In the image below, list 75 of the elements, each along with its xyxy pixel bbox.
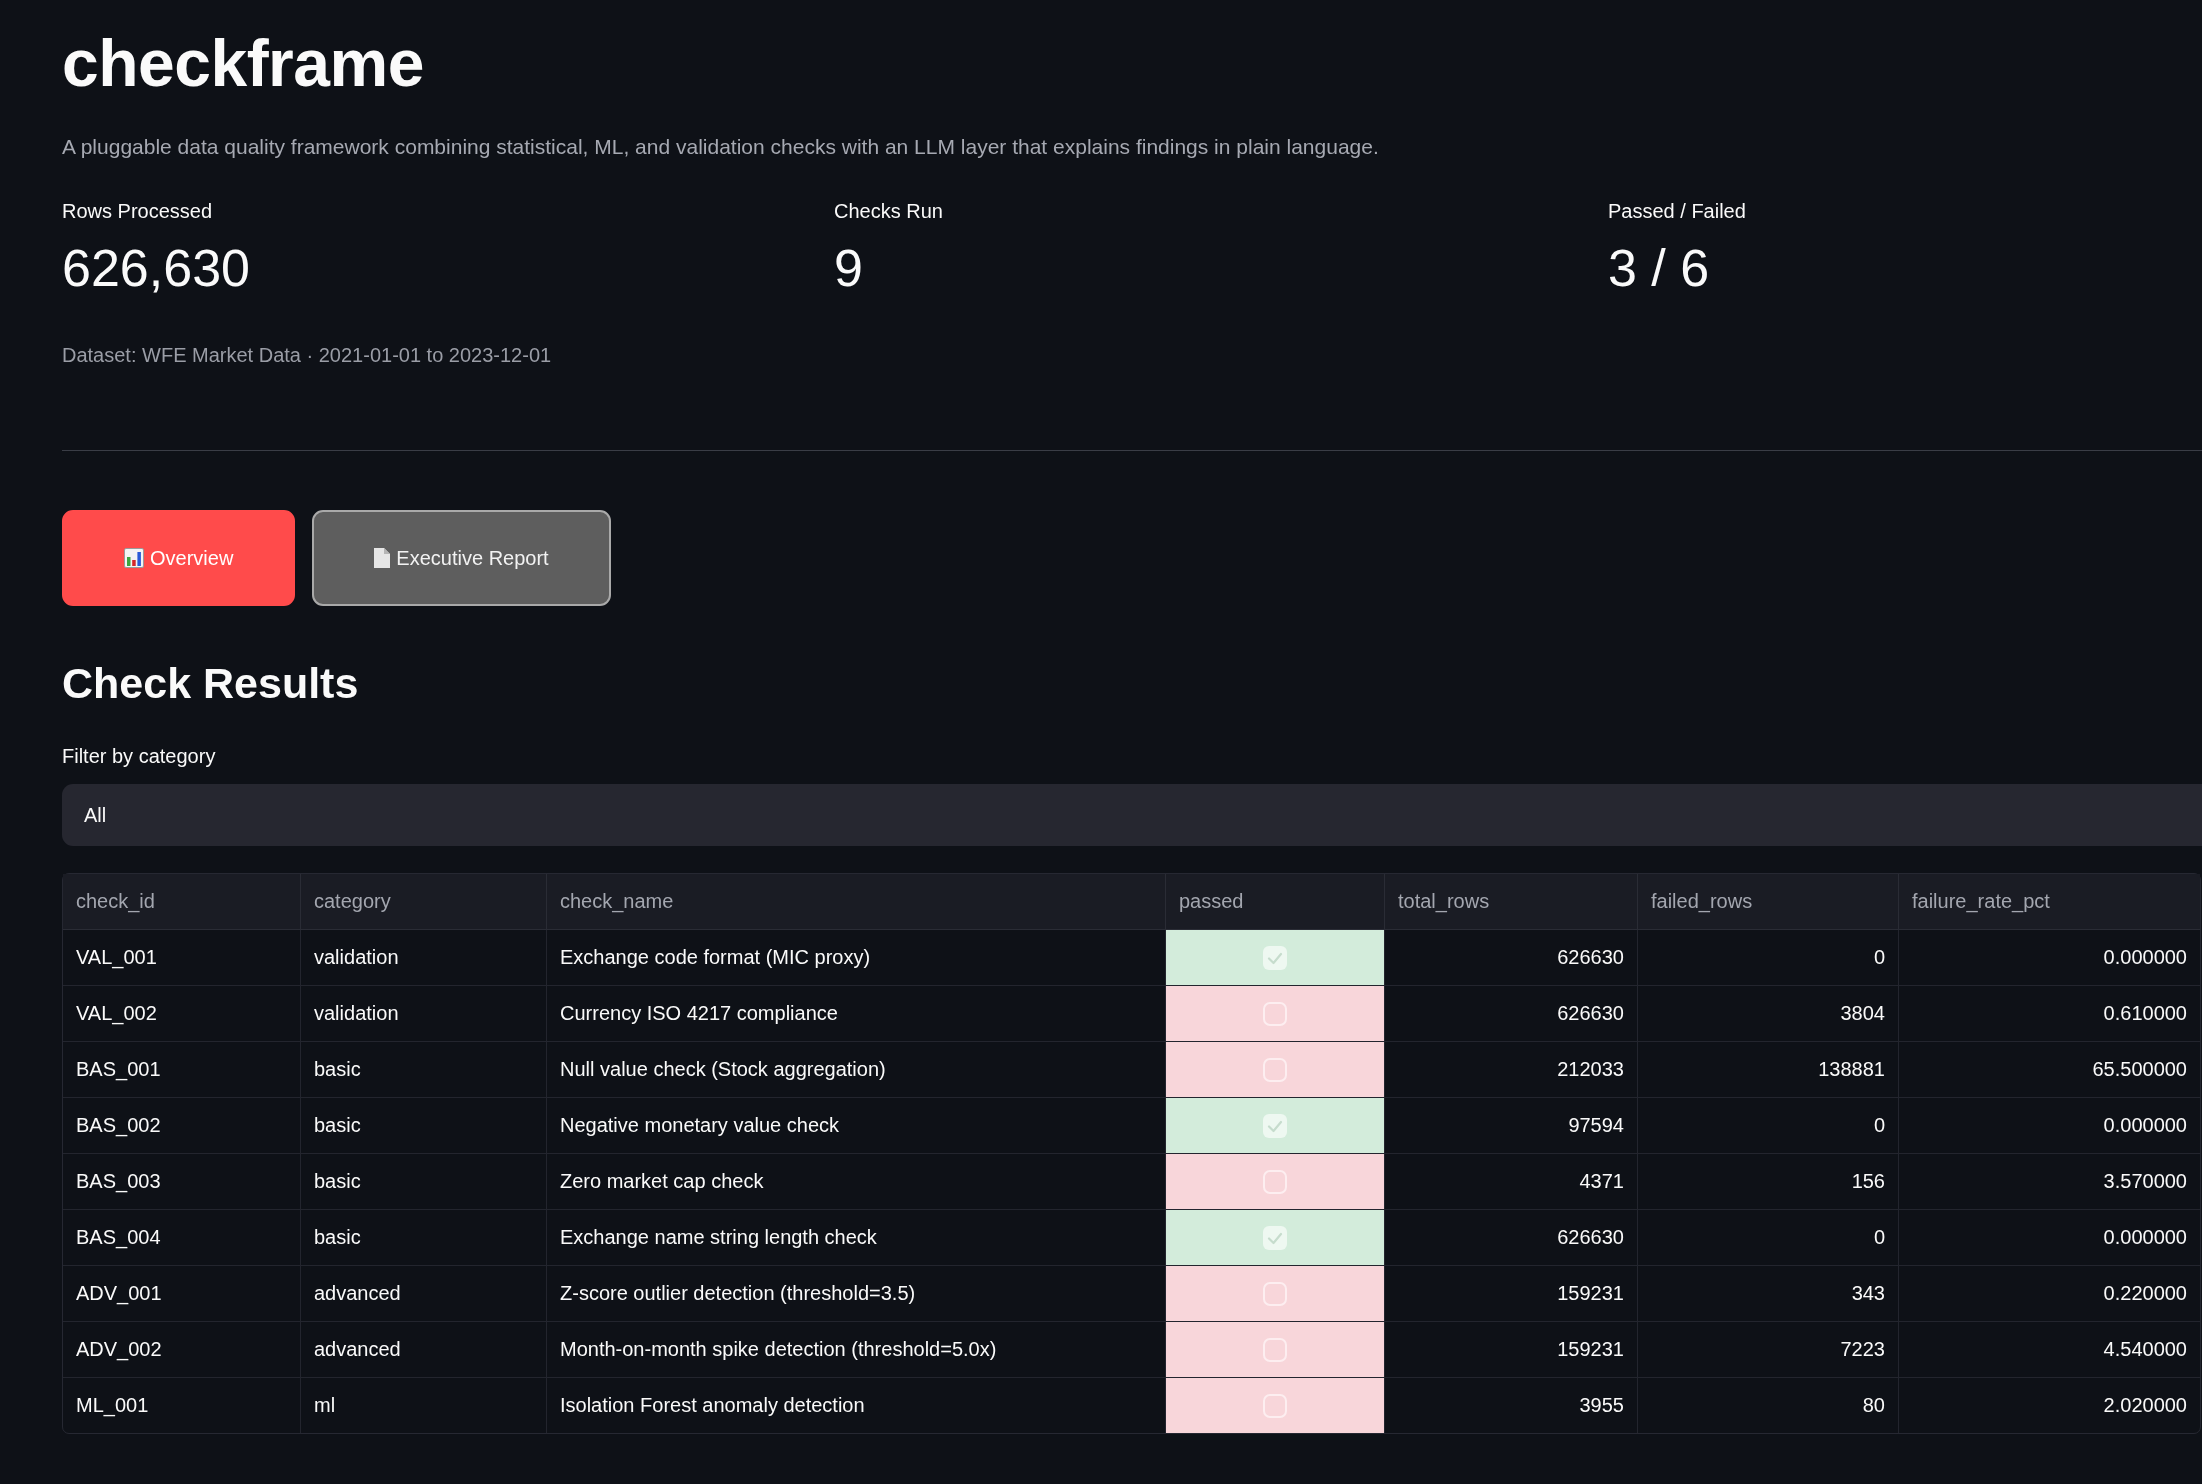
table-cell: Null value check (Stock aggregation) xyxy=(547,1042,1166,1098)
table-cell: 97594 xyxy=(1385,1098,1638,1154)
table-cell: 0 xyxy=(1638,1210,1899,1266)
category-select[interactable]: All xyxy=(62,784,2202,846)
table-cell: 3.570000 xyxy=(1899,1154,2200,1210)
table-cell: Exchange code format (MIC proxy) xyxy=(547,930,1166,986)
metric-label: Passed / Failed xyxy=(1608,199,1746,224)
table-cell: 65.500000 xyxy=(1899,1042,2200,1098)
table-cell: basic xyxy=(301,1098,547,1154)
table-cell: 0.000000 xyxy=(1899,930,2200,986)
table-cell: 0.610000 xyxy=(1899,986,2200,1042)
section-heading: Check Results xyxy=(62,658,359,709)
table-cell: 159231 xyxy=(1385,1266,1638,1322)
table-cell: Z-score outlier detection (threshold=3.5) xyxy=(547,1266,1166,1322)
table-cell: basic xyxy=(301,1154,547,1210)
table-cell: ML_001 xyxy=(63,1378,301,1433)
table-cell: validation xyxy=(301,930,547,986)
table-cell: 7223 xyxy=(1638,1322,1899,1378)
column-header[interactable]: check_id xyxy=(63,874,301,930)
table-cell: ADV_001 xyxy=(63,1266,301,1322)
table-cell: 626630 xyxy=(1385,930,1638,986)
table-cell: 4.540000 xyxy=(1899,1322,2200,1378)
column-header[interactable]: category xyxy=(301,874,547,930)
app-title: checkframe xyxy=(62,25,424,102)
table-cell: 626630 xyxy=(1385,986,1638,1042)
table-cell: 159231 xyxy=(1385,1322,1638,1378)
table-cell: 4371 xyxy=(1385,1154,1638,1210)
table-cell: BAS_001 xyxy=(63,1042,301,1098)
table-cell: advanced xyxy=(301,1322,547,1378)
filter-label: Filter by category xyxy=(62,744,216,769)
table-cell: ADV_002 xyxy=(63,1322,301,1378)
table-cell: 0.220000 xyxy=(1899,1266,2200,1322)
nav-button[interactable]: Executive Report xyxy=(312,510,611,606)
table-cell: 138881 xyxy=(1638,1042,1899,1098)
metric-value: 9 xyxy=(834,238,863,299)
bar-chart-icon xyxy=(124,548,144,568)
table-cell: basic xyxy=(301,1042,547,1098)
table-cell: 626630 xyxy=(1385,1210,1638,1266)
table-cell: 0.000000 xyxy=(1899,1098,2200,1154)
table-cell: BAS_003 xyxy=(63,1154,301,1210)
table-cell: 343 xyxy=(1638,1266,1899,1322)
table-cell: 80 xyxy=(1638,1378,1899,1433)
table-cell-text: 2.020000 xyxy=(2102,1393,2188,1418)
column-header[interactable]: failed_rows xyxy=(1638,874,1899,930)
table-cell: Month-on-month spike detection (threshold=5.0x) xyxy=(547,1322,1166,1378)
column-header[interactable]: total_rows xyxy=(1385,874,1638,930)
table-cell: VAL_001 xyxy=(63,930,301,986)
table-cell: 156 xyxy=(1638,1154,1899,1210)
metric-value: 3 / 6 xyxy=(1608,238,1710,299)
table-cell: Exchange name string length check xyxy=(547,1210,1166,1266)
table-cell: 0 xyxy=(1638,930,1899,986)
dataset-caption: Dataset: WFE Market Data · 2021-01-01 to 2023-12-01 xyxy=(62,343,552,368)
app-description: A pluggable data quality framework combining statistical, ML, and validation checks with an LLM layer that explains findings in plain language. xyxy=(62,134,1379,160)
metric-label: Rows Processed xyxy=(62,199,213,224)
table-cell: Negative monetary value check xyxy=(547,1098,1166,1154)
table-cell: BAS_002 xyxy=(63,1098,301,1154)
table-cell: basic xyxy=(301,1210,547,1266)
table-cell: BAS_004 xyxy=(63,1210,301,1266)
table-cell: validation xyxy=(301,986,547,1042)
table-cell: 3955 xyxy=(1385,1378,1638,1433)
table-cell: Zero market cap check xyxy=(547,1154,1166,1210)
table-cell: 3804 xyxy=(1638,986,1899,1042)
document-icon xyxy=(374,548,391,568)
column-header[interactable]: passed xyxy=(1166,874,1385,930)
table-cell: 0.000000 xyxy=(1899,1210,2200,1266)
table-cell: VAL_002 xyxy=(63,986,301,1042)
metric-label: Checks Run xyxy=(834,199,943,224)
metric-value: 626,630 xyxy=(62,238,250,299)
column-header[interactable]: check_name xyxy=(547,874,1166,930)
table-cell: Currency ISO 4217 compliance xyxy=(547,986,1166,1042)
column-header[interactable]: failure_rate_pct xyxy=(1899,874,2200,930)
table-cell: ml xyxy=(301,1378,547,1433)
table-cell: 0 xyxy=(1638,1098,1899,1154)
table-cell: 212033 xyxy=(1385,1042,1638,1098)
table-cell: advanced xyxy=(301,1266,547,1322)
